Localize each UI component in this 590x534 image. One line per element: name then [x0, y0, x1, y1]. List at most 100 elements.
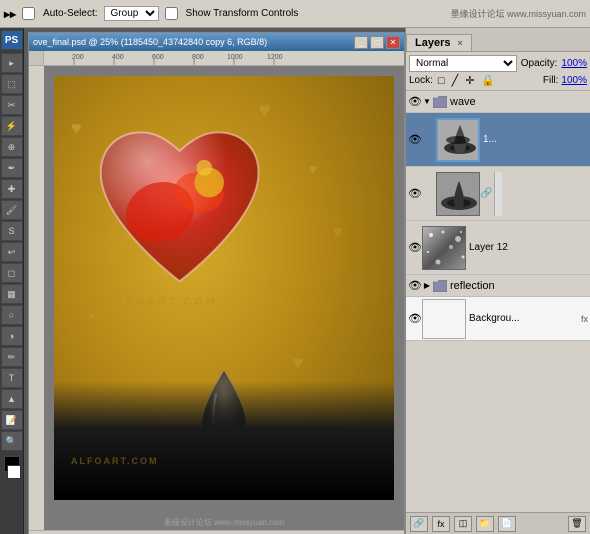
canvas-content[interactable]: ♥ ♥ ♥ ♥ ♥ ♥: [44, 66, 404, 530]
tool-gradient[interactable]: ▦: [1, 284, 23, 304]
layer-item-background[interactable]: 👁 Backgrou... fx: [406, 297, 590, 341]
lock-transparent-btn[interactable]: □: [436, 75, 447, 87]
tool-lasso[interactable]: ✂: [1, 95, 23, 115]
tool-eyedropper[interactable]: ✒: [1, 158, 23, 178]
tool-notes[interactable]: 📝: [1, 410, 23, 430]
document-window: ove_final.psd @ 25% (1185450_43742840 co…: [28, 32, 405, 534]
layers-tab-bar: Layers ×: [406, 28, 590, 52]
svg-text:1000: 1000: [227, 54, 243, 61]
layers-tab-close[interactable]: ×: [458, 38, 463, 48]
delete-layer-button[interactable]: 🗑: [568, 516, 586, 532]
water-surface: [54, 381, 394, 500]
background-color[interactable]: [7, 465, 21, 479]
tool-shape[interactable]: ▲: [1, 389, 23, 409]
document-titlebar: ove_final.psd @ 25% (1185450_43742840 co…: [29, 33, 404, 51]
bokeh-2: ♥: [309, 161, 325, 175]
lock-all-btn[interactable]: 🔒: [479, 74, 497, 87]
visibility-layer12-icon[interactable]: 👁: [408, 241, 422, 255]
wave-group-name: wave: [450, 96, 476, 108]
ps-logo: PS: [1, 30, 23, 50]
svg-text:800: 800: [192, 54, 204, 61]
layer-item-wave1[interactable]: 👁 1...: [406, 113, 590, 167]
canvas-area: ove_final.psd @ 25% (1185450_43742840 co…: [24, 28, 405, 534]
fill-value[interactable]: 100%: [561, 75, 587, 86]
horizontal-ruler: 200 400 600 800 1000 1200: [44, 51, 404, 66]
add-mask-button[interactable]: ◫: [454, 516, 472, 532]
alfoart-watermark: ALFOART.COM: [105, 296, 218, 308]
tool-text[interactable]: T: [1, 368, 23, 388]
lock-position-btn[interactable]: ✛: [463, 74, 476, 87]
window-buttons: _ □ ✕: [354, 36, 400, 49]
svg-text:400: 400: [112, 54, 124, 61]
tool-zoom[interactable]: 🔍: [1, 431, 23, 451]
visibility-wave2-icon[interactable]: 👁: [408, 187, 422, 201]
layer-item-layer12[interactable]: 👁: [406, 221, 590, 275]
tool-blur[interactable]: ○: [1, 305, 23, 325]
new-layer-button[interactable]: 📄: [498, 516, 516, 532]
fill-label: Fill:: [543, 75, 559, 86]
layers-tab[interactable]: Layers ×: [406, 34, 472, 51]
show-transform-checkbox[interactable]: [165, 7, 178, 20]
group-folder-wave-icon: [432, 94, 448, 110]
tool-move[interactable]: ▸: [1, 53, 23, 73]
svg-text:200: 200: [72, 54, 84, 61]
layer-group-wave[interactable]: 👁 ▼ wave: [406, 91, 590, 113]
layers-bottom-bar: 🔗 fx ◫ 📁 📄 🗑: [406, 512, 590, 534]
visibility-bg-icon[interactable]: 👁: [408, 312, 422, 326]
maximize-button[interactable]: □: [370, 36, 384, 49]
close-button[interactable]: ✕: [386, 36, 400, 49]
group-select[interactable]: Group: [104, 6, 159, 21]
layer-group-reflection[interactable]: 👁 ▶ reflection: [406, 275, 590, 297]
artwork-canvas: ♥ ♥ ♥ ♥ ♥ ♥: [54, 76, 394, 500]
tool-history[interactable]: ↩: [1, 242, 23, 262]
forum-watermark: 墨缘设计论坛 www.missyuan.com: [54, 517, 394, 528]
tool-dodge[interactable]: ◑: [1, 326, 23, 346]
document-title: ove_final.psd @ 25% (1185450_43742840 co…: [33, 37, 267, 47]
layer-thumbnail-bg: [422, 299, 466, 339]
expand-wave-icon[interactable]: ▼: [422, 95, 432, 109]
ruler-container: 200 400 600 800 1000 1200: [29, 51, 404, 66]
layer-name-wave1: 1...: [480, 134, 588, 145]
layer-thumbnail-layer12: [422, 226, 466, 270]
tool-magic-wand[interactable]: ⚡: [1, 116, 23, 136]
new-group-button[interactable]: 📁: [476, 516, 494, 532]
visibility-wave1-icon[interactable]: 👁: [408, 133, 422, 147]
alfoart-watermark-2: ALFOART.COM: [71, 456, 159, 466]
group-folder-reflection-icon: [432, 278, 448, 294]
blend-mode-select[interactable]: Normal: [409, 55, 517, 72]
tool-marquee[interactable]: ⬚: [1, 74, 23, 94]
layers-tab-label: Layers: [415, 37, 450, 49]
tool-eraser[interactable]: ◻: [1, 263, 23, 283]
logo-watermark: 墨缘设计论坛 www.missyuan.com: [450, 7, 586, 20]
canvas-with-ruler: ♥ ♥ ♥ ♥ ♥ ♥: [29, 66, 404, 530]
layer-item-wave2[interactable]: 👁 🔗: [406, 167, 590, 221]
heart-artwork: [81, 97, 278, 317]
minimize-button[interactable]: _: [354, 36, 368, 49]
show-transform-label: Show Transform Controls: [186, 8, 299, 19]
tool-stamp[interactable]: S: [1, 221, 23, 241]
svg-text:1200: 1200: [267, 54, 283, 61]
layer-thumbnail-wave2: [436, 172, 480, 216]
expand-reflection-icon[interactable]: ▶: [422, 279, 432, 293]
lock-paint-btn[interactable]: ╱: [450, 74, 461, 87]
tool-pen[interactable]: ✏: [1, 347, 23, 367]
layer-thumbnail-wave1: [436, 118, 480, 162]
autoselect-checkbox[interactable]: [22, 7, 35, 20]
lock-label: Lock:: [409, 75, 433, 86]
link-layers-button[interactable]: 🔗: [410, 516, 428, 532]
add-fx-button[interactable]: fx: [432, 516, 450, 532]
fx-badge: fx: [581, 314, 588, 324]
layers-controls: Normal Opacity: 100% Lock: □ ╱ ✛ 🔒 Fill:…: [406, 52, 590, 91]
opacity-value[interactable]: 100%: [561, 58, 587, 69]
top-toolbar: ▸▸ Auto-Select: Group Show Transform Con…: [0, 0, 590, 28]
tool-brush[interactable]: 🖌: [1, 200, 23, 220]
tool-crop[interactable]: ⊕: [1, 137, 23, 157]
tool-indicator: ▸▸: [4, 7, 16, 21]
opacity-label: Opacity:: [521, 58, 558, 69]
layer-link-wave2-icon[interactable]: 🔗: [480, 188, 492, 199]
visibility-wave-icon[interactable]: 👁: [408, 95, 422, 109]
visibility-reflection-icon[interactable]: 👁: [408, 279, 422, 293]
wave2-mask: [494, 172, 502, 216]
layers-panel: Layers × Normal Opacity: 100% Lock: □ ╱ …: [405, 28, 590, 534]
tool-heal[interactable]: ✚: [1, 179, 23, 199]
